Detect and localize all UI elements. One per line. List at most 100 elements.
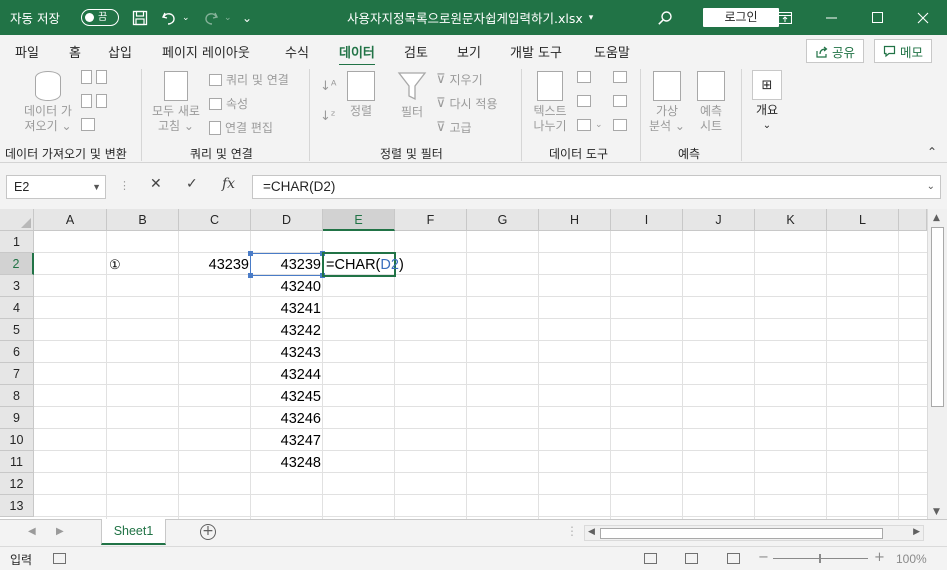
document-title[interactable]: 사용자지정목록으로원문자쉽게입력하기.xlsx ▾ [347, 0, 593, 35]
scroll-up-icon[interactable]: ▲ [933, 213, 940, 223]
column-header-d[interactable]: D [251, 209, 323, 231]
column-header-j[interactable]: J [683, 209, 755, 231]
formula-input[interactable]: =CHAR(D2) ⌄ [252, 175, 941, 199]
cell-d5[interactable]: 43242 [251, 320, 323, 342]
relationships-button[interactable] [613, 95, 627, 107]
cell-e2[interactable]: =CHAR(D2) [324, 254, 414, 276]
from-text-button[interactable] [81, 70, 107, 84]
column-header-m[interactable] [899, 209, 927, 231]
cancel-icon[interactable]: ✕ [150, 176, 162, 192]
collapse-ribbon-icon[interactable]: ⌃ [927, 145, 937, 159]
macro-recording-icon[interactable] [53, 553, 66, 564]
row-header-2[interactable]: 2 [0, 253, 34, 275]
cell-d3[interactable]: 43240 [251, 276, 323, 298]
row-header-13[interactable]: 13 [0, 495, 34, 517]
close-icon[interactable] [900, 0, 946, 35]
reference-handle[interactable] [248, 251, 253, 256]
sheet-tab-sheet1[interactable]: Sheet1 [101, 519, 166, 545]
normal-view-icon[interactable] [644, 553, 657, 564]
horizontal-scroll-thumb[interactable] [600, 528, 883, 539]
cell-d4[interactable]: 43241 [251, 298, 323, 320]
column-header-i[interactable]: I [611, 209, 683, 231]
properties-button[interactable]: 속성 [209, 95, 248, 112]
column-header-e[interactable]: E [323, 209, 395, 231]
row-header-4[interactable]: 4 [0, 297, 34, 319]
sort-descending-button[interactable]: ↓ᶻ [320, 109, 336, 124]
refresh-all-button[interactable]: 모두 새로 고침 ⌄ [146, 71, 206, 134]
tab-developer[interactable]: 개발 도구 [510, 42, 562, 61]
column-header-a[interactable]: A [34, 209, 107, 231]
row-header-9[interactable]: 9 [0, 407, 34, 429]
tab-insert[interactable]: 삽입 [108, 42, 132, 61]
row-header-10[interactable]: 10 [0, 429, 34, 451]
tab-view[interactable]: 보기 [457, 42, 481, 61]
text-to-columns-button[interactable]: 텍스트 나누기 [526, 71, 574, 134]
queries-connections-button[interactable]: 쿼리 및 연결 [209, 71, 289, 88]
tab-review[interactable]: 검토 [404, 42, 428, 61]
row-header-11[interactable]: 11 [0, 451, 34, 473]
zoom-slider-handle[interactable] [819, 554, 821, 563]
zoom-in-icon[interactable]: + [874, 550, 885, 565]
column-header-b[interactable]: B [107, 209, 179, 231]
expand-formula-bar-icon[interactable]: ⌄ [927, 176, 935, 198]
cell-d8[interactable]: 43245 [251, 386, 323, 408]
next-sheet-icon[interactable]: ▶ [56, 526, 64, 537]
row-header-3[interactable]: 3 [0, 275, 34, 297]
row-header-7[interactable]: 7 [0, 363, 34, 385]
comments-button[interactable]: 메모 [874, 39, 933, 63]
vertical-scrollbar[interactable]: ▲ ▼ [927, 209, 947, 519]
row-header-1[interactable]: 1 [0, 231, 34, 253]
remove-duplicates-button[interactable] [577, 95, 591, 107]
forecast-sheet-button[interactable]: 예측 시트 [692, 71, 730, 134]
cell-d6[interactable]: 43243 [251, 342, 323, 364]
sort-ascending-button[interactable]: ↓ᴬ [320, 79, 337, 94]
row-header-6[interactable]: 6 [0, 341, 34, 363]
zoom-level[interactable]: 100% [896, 552, 927, 566]
column-header-h[interactable]: H [539, 209, 611, 231]
row-header-5[interactable]: 5 [0, 319, 34, 341]
customize-toolbar-icon[interactable]: ⌄ [236, 0, 258, 35]
minimize-icon[interactable] [808, 0, 854, 35]
from-table-button[interactable] [81, 94, 107, 108]
tab-home[interactable]: 홈 [69, 42, 81, 61]
cell-d10[interactable]: 43247 [251, 430, 323, 452]
data-validation-button[interactable]: ⌄ [577, 119, 603, 131]
autosave-toggle[interactable]: 끔 [81, 9, 119, 26]
undo-dropdown-icon[interactable]: ⌄ [182, 0, 190, 35]
get-data-button[interactable]: 데이터 가 져오기 ⌄ [18, 71, 78, 134]
worksheet-grid[interactable]: A B C D E F G H I J K L 1 2 3 4 5 6 7 8 … [0, 209, 947, 519]
column-header-g[interactable]: G [467, 209, 539, 231]
tab-file[interactable]: 파일 [15, 42, 39, 61]
page-break-preview-icon[interactable] [727, 553, 740, 564]
cell-d9[interactable]: 43246 [251, 408, 323, 430]
consolidate-button[interactable] [613, 71, 627, 83]
tab-formulas[interactable]: 수식 [285, 42, 309, 61]
column-header-l[interactable]: L [827, 209, 899, 231]
scroll-left-icon[interactable]: ◀ [588, 527, 595, 537]
what-if-analysis-button[interactable]: 가상 분석 ⌄ [646, 71, 688, 134]
existing-connections-button[interactable] [81, 118, 95, 131]
ribbon-display-options-icon[interactable] [762, 0, 808, 35]
reference-handle[interactable] [248, 273, 253, 278]
sort-button[interactable]: 정렬 [344, 71, 378, 119]
redo-icon[interactable] [200, 0, 222, 35]
column-header-c[interactable]: C [179, 209, 251, 231]
column-header-k[interactable]: K [755, 209, 827, 231]
filter-button[interactable]: 필터 [394, 71, 430, 120]
row-header-8[interactable]: 8 [0, 385, 34, 407]
edit-links-button[interactable]: 연결 편집 [209, 119, 273, 136]
insert-function-icon[interactable]: fx [222, 176, 235, 192]
redo-dropdown-icon[interactable]: ⌄ [224, 0, 232, 35]
column-header-f[interactable]: F [395, 209, 467, 231]
maximize-icon[interactable] [854, 0, 900, 35]
cell-d11[interactable]: 43248 [251, 452, 323, 474]
select-all-button[interactable] [0, 209, 34, 231]
page-layout-view-icon[interactable] [685, 553, 698, 564]
row-header-12[interactable]: 12 [0, 473, 34, 495]
data-model-button[interactable] [613, 119, 627, 131]
tab-help[interactable]: 도움말 [594, 42, 630, 61]
search-icon[interactable] [654, 0, 676, 35]
scroll-right-icon[interactable]: ▶ [913, 527, 920, 537]
scroll-down-icon[interactable]: ▼ [933, 507, 940, 517]
name-box[interactable]: E2 ▼ [6, 175, 106, 199]
